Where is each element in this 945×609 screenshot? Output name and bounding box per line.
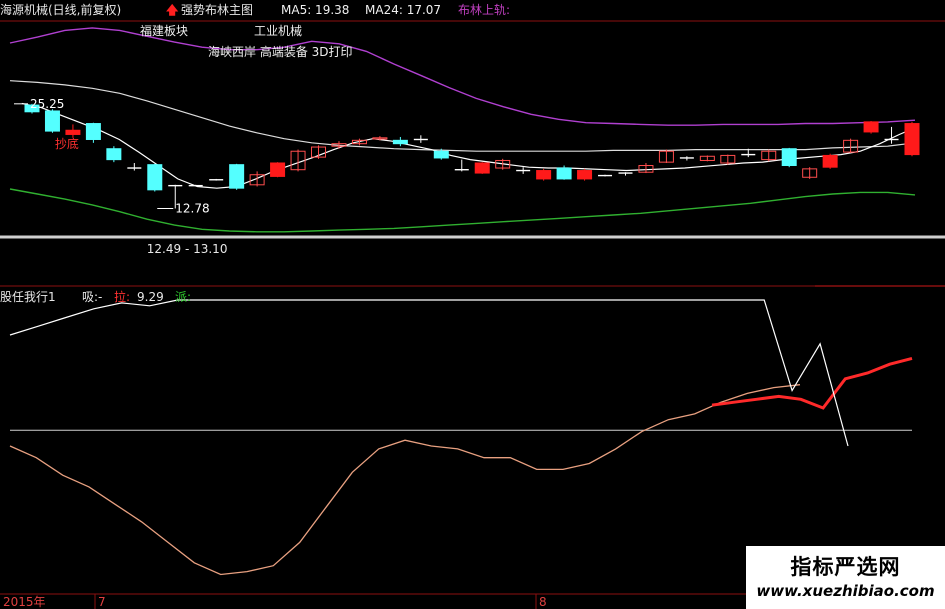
- boll-upper-line: [9, 27, 916, 126]
- boll-mid-line: [9, 80, 916, 152]
- ma24-value: MA24: 17.07: [365, 3, 442, 17]
- oscillator-panel: [9, 299, 913, 576]
- boll-lower-line: [9, 188, 916, 233]
- ma5-value: MA5: 19.38: [281, 3, 350, 17]
- candle: [679, 156, 694, 161]
- watermark-title: 指标严选网: [790, 555, 901, 579]
- candle: [106, 146, 122, 163]
- candle: [843, 138, 859, 153]
- candle: [127, 162, 142, 171]
- candle: [392, 136, 408, 147]
- candle-body: [229, 164, 245, 189]
- indicator-name: 强势布林主图: [181, 3, 254, 17]
- candle: [761, 149, 777, 162]
- candle-body: [536, 170, 552, 180]
- candle-body: [433, 150, 449, 159]
- candle: [249, 171, 265, 187]
- candle: [577, 168, 593, 181]
- candle-body: [65, 129, 81, 135]
- candle: [85, 122, 101, 143]
- candle: [618, 172, 633, 176]
- candle-body: [392, 139, 408, 145]
- candle-body: [44, 110, 60, 132]
- candle-body: [270, 162, 286, 177]
- candle-body: [863, 121, 879, 133]
- sector-tag: 福建板块: [140, 24, 189, 38]
- candle: [781, 147, 797, 168]
- oscillator-line: [9, 384, 801, 576]
- candle-body: [556, 167, 572, 180]
- candle-body: [904, 123, 920, 156]
- signal-label: 抄底: [55, 136, 79, 151]
- x-tick-month-7: 7: [98, 595, 106, 609]
- watermark: 指标严选网 www.xuezhibiao.com: [746, 546, 945, 609]
- lower-indicator-name: 股任我行1: [0, 290, 56, 304]
- candle: [556, 165, 572, 180]
- stock-title: 海源机械(日线,前复权): [0, 3, 122, 17]
- candle: [638, 162, 654, 174]
- candle: [270, 162, 286, 178]
- candle: [209, 178, 224, 181]
- low-range-label: 12.49 - 13.10: [147, 242, 228, 256]
- candle-body: [85, 123, 101, 140]
- xi-value: 吸:-: [82, 290, 103, 304]
- candle-body: [474, 162, 490, 174]
- industry-tag: 工业机械: [254, 24, 303, 38]
- price-panel: 25.25 抄底 12.78 12.49 - 13.10: [9, 27, 920, 256]
- candle-body: [147, 164, 163, 191]
- la-label: 拉:: [114, 290, 131, 304]
- candle: [65, 124, 81, 138]
- x-tick-month-8: 8: [539, 595, 547, 609]
- candle: [904, 121, 920, 157]
- la-line: [711, 356, 913, 410]
- candle-body: [822, 154, 838, 168]
- candle: [147, 163, 163, 192]
- candle: [822, 153, 838, 169]
- boll-upper-label: 布林上轨:: [458, 3, 511, 17]
- candle: [413, 135, 428, 143]
- candle: [188, 184, 203, 187]
- candle-body: [577, 170, 593, 180]
- watermark-url: www.xuezhibiao.com: [756, 582, 935, 600]
- candle-body: [781, 148, 797, 167]
- x-tick-year: 2015年: [3, 595, 46, 609]
- low-mark-label: 12.78: [175, 201, 209, 215]
- candle: [699, 155, 715, 162]
- pai-label: 派:: [175, 290, 192, 304]
- la-value: 9.29: [137, 290, 164, 304]
- chart-gridlines: [0, 20, 945, 595]
- up-arrow-icon: 🡅: [166, 3, 179, 17]
- candle: [516, 167, 531, 174]
- candle: [802, 167, 818, 179]
- x-axis: 2015年 7 8: [3, 594, 547, 609]
- pai-line: [9, 299, 849, 447]
- concept-tags: 海峡西岸 高端装备 3D打印: [208, 45, 353, 59]
- candle: [598, 174, 613, 177]
- candle: [658, 149, 674, 163]
- candle: [454, 159, 469, 172]
- candle: [474, 162, 490, 174]
- candle: [863, 121, 879, 134]
- candle: [536, 168, 552, 181]
- candle-body: [106, 148, 122, 161]
- candle: [229, 163, 245, 190]
- high-label: 25.25: [30, 97, 64, 111]
- candle: [44, 109, 60, 133]
- candle: [311, 145, 327, 159]
- candle: [720, 154, 736, 165]
